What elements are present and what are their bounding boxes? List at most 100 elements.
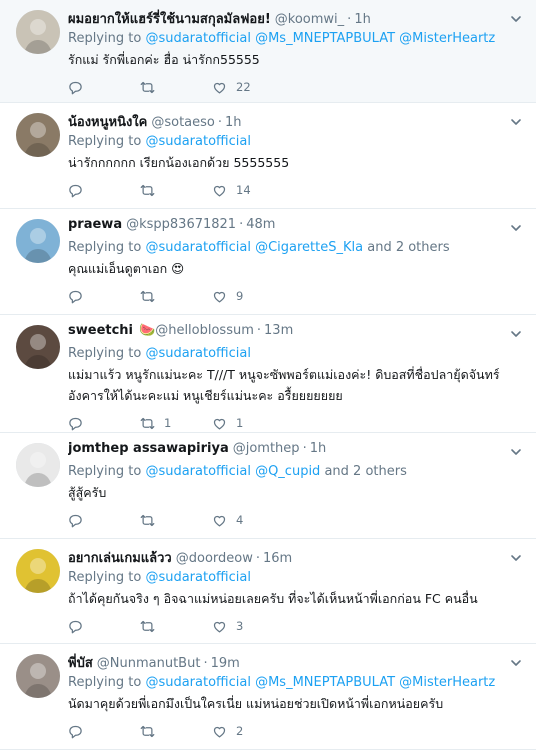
tweet-text: รักแม่ รักพี่เอกค่ะ ฮื่อ น่ารักก55555	[68, 49, 524, 70]
tweet-actions: 4	[68, 503, 524, 537]
reply-icon	[68, 289, 83, 304]
mention-link[interactable]: @sudaratofficial	[145, 675, 251, 690]
reply-button[interactable]	[68, 724, 140, 739]
display-name[interactable]: น้องหนูหนิงใค	[68, 111, 147, 131]
tweet[interactable]: praewa @kspp83671821 · 48m Replying to @suda…	[0, 209, 536, 315]
username[interactable]: @koomwi_	[275, 12, 344, 27]
mention-link[interactable]: @sudaratofficial	[145, 464, 251, 479]
chevron-down-icon[interactable]	[510, 219, 522, 231]
display-name[interactable]: อยากเล่นเกมแล้วว	[68, 547, 172, 567]
like-button[interactable]: 3	[212, 619, 284, 634]
tweet-actions: 22	[68, 70, 524, 104]
mention-link[interactable]: @sudaratofficial	[145, 134, 251, 149]
avatar-image	[16, 443, 60, 487]
others-label[interactable]: and 2 others	[324, 464, 406, 479]
like-button[interactable]: 14	[212, 183, 284, 198]
like-button[interactable]: 22	[212, 80, 284, 95]
username[interactable]: @sotaeso	[151, 115, 215, 130]
mention-link[interactable]: @MisterHeartz	[399, 31, 495, 46]
reply-button[interactable]	[68, 289, 140, 304]
timestamp[interactable]: 48m	[246, 217, 275, 232]
retweet-icon	[140, 289, 155, 304]
tweet-text-body: แม่มาแร้ว หนูรักแม่นะคะ T///T หนูจะซัพพอ…	[68, 367, 500, 403]
retweet-button[interactable]	[140, 724, 212, 739]
timestamp[interactable]: 1h	[225, 115, 242, 130]
retweet-button[interactable]	[140, 289, 212, 304]
avatar-image	[16, 10, 60, 54]
chevron-down-icon[interactable]	[510, 443, 522, 455]
chevron-down-icon[interactable]	[510, 113, 522, 125]
reply-button[interactable]	[68, 416, 140, 431]
avatar[interactable]	[16, 10, 60, 54]
timestamp[interactable]: 1h	[310, 441, 327, 456]
replying-to: Replying to @sudaratofficial	[68, 567, 524, 588]
chevron-down-icon[interactable]	[510, 654, 522, 666]
display-name[interactable]: sweetchi	[68, 323, 133, 338]
replying-to: Replying to @sudaratofficial @Ms_MNEPTAP…	[68, 28, 524, 49]
username[interactable]: @NunmanutBut	[97, 656, 201, 671]
mention-link[interactable]: @sudaratofficial	[145, 240, 251, 255]
retweet-button[interactable]	[140, 80, 212, 95]
like-count: 2	[236, 724, 244, 738]
mention-link[interactable]: @sudaratofficial	[145, 346, 251, 361]
mention-link[interactable]: @sudaratofficial	[145, 31, 251, 46]
reply-button[interactable]	[68, 619, 140, 634]
display-name[interactable]: พี่บัส	[68, 652, 93, 672]
mention-link[interactable]: @Q_cupid	[255, 464, 320, 479]
display-name[interactable]: praewa	[68, 217, 122, 232]
avatar[interactable]	[16, 654, 60, 698]
avatar[interactable]	[16, 325, 60, 369]
like-button[interactable]: 1	[212, 416, 284, 431]
tweet-actions: 14	[68, 173, 524, 207]
tweet-header: พี่บัส @NunmanutBut · 19m	[68, 652, 524, 672]
mention-link[interactable]: @Ms_MNEPTAPBULAT	[255, 675, 395, 690]
separator-dot: ·	[302, 441, 307, 456]
username[interactable]: @doordeow	[176, 551, 253, 566]
mention-link[interactable]: @MisterHeartz	[399, 675, 495, 690]
tweet[interactable]: พี่บัส @NunmanutBut · 19m Replying to @sudar…	[0, 644, 536, 750]
like-button[interactable]: 4	[212, 513, 284, 528]
tweet[interactable]: jomthep assawapiriya @jomthep · 1h Replying …	[0, 433, 536, 539]
reply-button[interactable]	[68, 80, 140, 95]
username[interactable]: @helloblossum	[155, 323, 254, 338]
mention-link[interactable]: @Ms_MNEPTAPBULAT	[255, 31, 395, 46]
username[interactable]: @jomthep	[233, 441, 300, 456]
avatar[interactable]	[16, 219, 60, 263]
tweet-text: สู้สู้ครับ	[68, 482, 524, 503]
chevron-down-icon[interactable]	[510, 325, 522, 337]
mention-link[interactable]: @CigaretteS_Kla	[255, 240, 363, 255]
tweet[interactable]: น้องหนูหนิงใค @sotaeso · 1h Replying to @sud…	[0, 103, 536, 209]
tweet-actions: 3	[68, 609, 524, 643]
avatar[interactable]	[16, 443, 60, 487]
timestamp[interactable]: 16m	[263, 551, 292, 566]
display-name[interactable]: ผมอยากให้แฮร์รี่ใช้นามสกุลมัลฟอย!	[68, 8, 271, 28]
avatar[interactable]	[16, 549, 60, 593]
timestamp[interactable]: 19m	[211, 656, 240, 671]
tweet[interactable]: ผมอยากให้แฮร์รี่ใช้นามสกุลมัลฟอย! @koomwi…	[0, 0, 536, 103]
like-count: 22	[236, 80, 251, 94]
others-label[interactable]: and 2 others	[367, 240, 449, 255]
chevron-down-icon[interactable]	[510, 10, 522, 22]
tweet[interactable]: อยากเล่นเกมแล้วว @doordeow · 16m Replying to…	[0, 539, 536, 644]
avatar-image	[16, 549, 60, 593]
retweet-button[interactable]	[140, 513, 212, 528]
heart-icon	[212, 724, 227, 739]
tweet-text-body: นัดมาคุยด้วยพี่เอกมึงเป็นใครเนี่ย แม่หน่…	[68, 696, 444, 711]
retweet-button[interactable]: 1	[140, 416, 212, 431]
replying-label: Replying to	[68, 346, 142, 361]
timestamp[interactable]: 13m	[264, 323, 293, 338]
timestamp[interactable]: 1h	[354, 12, 371, 27]
reply-button[interactable]	[68, 183, 140, 198]
tweet[interactable]: sweetchi 🍉 @helloblossum · 13m Replying to @s…	[0, 315, 536, 433]
separator-dot: ·	[256, 323, 262, 338]
display-name[interactable]: jomthep assawapiriya	[68, 441, 229, 456]
chevron-down-icon[interactable]	[510, 549, 522, 561]
like-button[interactable]: 2	[212, 724, 284, 739]
retweet-button[interactable]	[140, 183, 212, 198]
reply-button[interactable]	[68, 513, 140, 528]
username[interactable]: @kspp83671821	[126, 217, 236, 232]
like-button[interactable]: 9	[212, 289, 284, 304]
mention-link[interactable]: @sudaratofficial	[145, 570, 251, 585]
retweet-button[interactable]	[140, 619, 212, 634]
avatar[interactable]	[16, 113, 60, 157]
